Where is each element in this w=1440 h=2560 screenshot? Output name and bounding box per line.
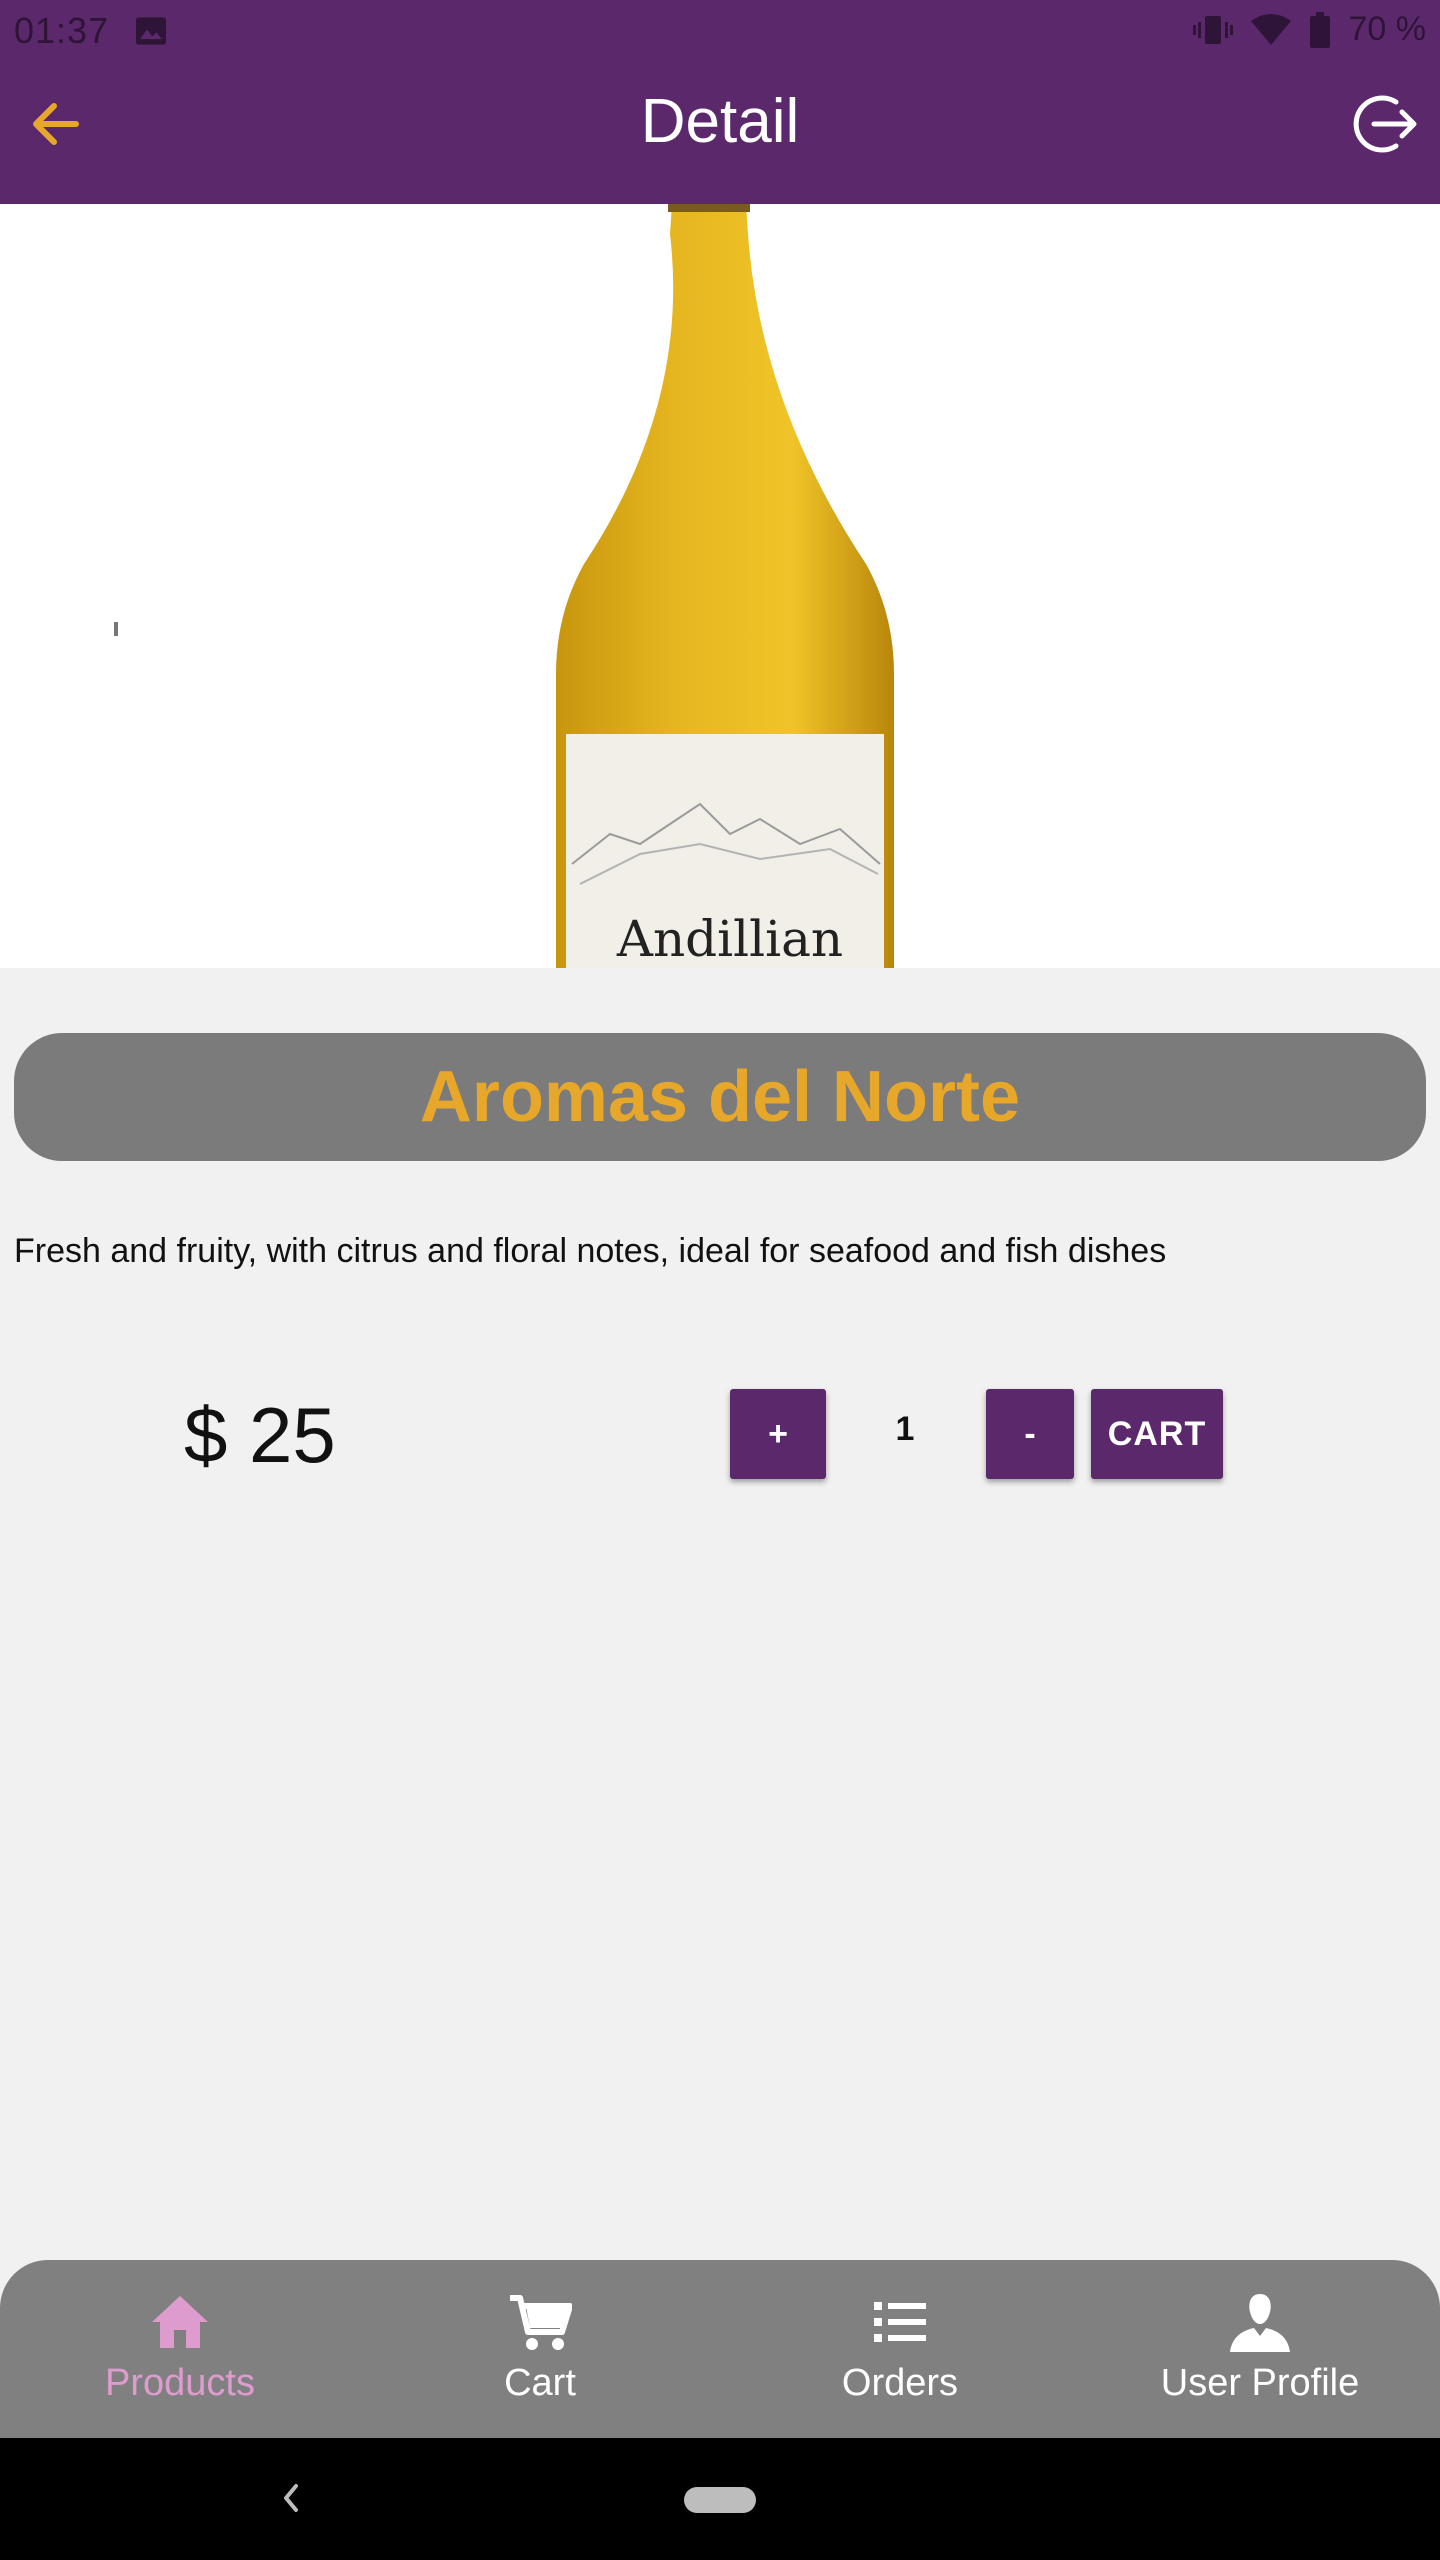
- home-icon: [152, 2296, 208, 2348]
- product-image: Andillian: [0, 204, 1440, 968]
- status-time: 01:37: [14, 10, 110, 51]
- battery-percent: 70 %: [1348, 10, 1427, 48]
- increase-quantity-button[interactable]: +: [730, 1389, 826, 1479]
- system-nav-bar: [0, 2438, 1440, 2560]
- product-name: Aromas del Norte: [419, 1057, 1021, 1137]
- wifi-icon: [1250, 13, 1291, 45]
- nav-item-cart[interactable]: Cart: [360, 2260, 720, 2438]
- product-description: Fresh and fruity, with citrus and floral…: [14, 1232, 1167, 1270]
- cart-icon: [510, 2295, 572, 2350]
- page-title: Detail: [640, 87, 800, 156]
- vibrate-icon: [1192, 15, 1233, 44]
- bottom-nav: Products Cart Orders User Profile: [0, 2260, 1440, 2438]
- logout-icon[interactable]: [1348, 88, 1420, 160]
- quantity-value: 1: [895, 1410, 915, 1448]
- add-to-cart-button[interactable]: CART: [1091, 1389, 1223, 1479]
- status-icons: 70 %: [1192, 10, 1427, 49]
- nav-label-orders: Orders: [841, 2362, 959, 2404]
- image-icon: [136, 17, 166, 45]
- nav-label-products: Products: [105, 2362, 255, 2404]
- user-icon: [1230, 2294, 1290, 2352]
- list-icon: [874, 2302, 926, 2342]
- wine-bottle-illustration: Andillian: [114, 204, 894, 968]
- nav-item-orders[interactable]: Orders: [720, 2260, 1080, 2438]
- system-back-icon[interactable]: [276, 2478, 306, 2518]
- battery-icon: [1309, 11, 1330, 48]
- product-name-banner: Aromas del Norte: [14, 1033, 1426, 1161]
- system-home-pill[interactable]: [684, 2487, 756, 2513]
- nav-item-user-profile[interactable]: User Profile: [1080, 2260, 1440, 2438]
- nav-label-cart: Cart: [504, 2362, 576, 2404]
- nav-label-user-profile: User Profile: [1160, 2362, 1360, 2404]
- decrease-quantity-button[interactable]: -: [986, 1389, 1074, 1479]
- app-bar: Detail: [0, 64, 1440, 204]
- status-bar: 01:37 70 %: [0, 0, 1440, 64]
- product-price: $ 25: [184, 1391, 336, 1479]
- nav-item-products[interactable]: Products: [0, 2260, 360, 2438]
- bottle-label-text: Andillian: [616, 910, 843, 968]
